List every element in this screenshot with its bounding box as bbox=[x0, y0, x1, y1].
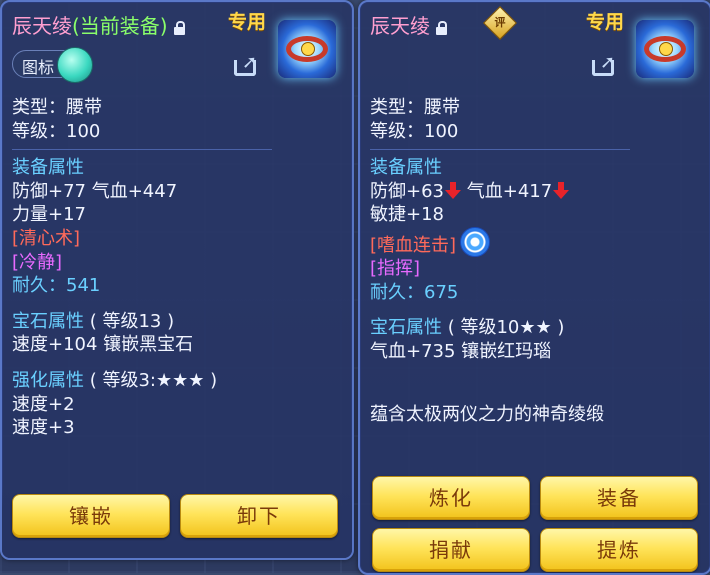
enhance-line: 速度+3 bbox=[12, 417, 75, 439]
equip-button[interactable]: 装备 bbox=[540, 476, 698, 520]
item-title: 辰天绫 bbox=[370, 10, 447, 39]
item-type: 类型：腰带 bbox=[12, 97, 102, 118]
attr-line: 力量+17 bbox=[12, 204, 86, 226]
enhance-level: ( 等级3:★★★ ) bbox=[89, 369, 218, 391]
unequip-button[interactable]: 卸下 bbox=[180, 494, 338, 538]
icon-toggle-label: 图标 bbox=[22, 58, 55, 77]
belt-item-icon bbox=[278, 20, 336, 78]
share-icon[interactable]: ➚ bbox=[592, 54, 622, 78]
compare-equipment-panel: 辰天绫 评 专用 ➚ 类型：腰带 等级：100 装备属性 防御+63 气血+41… bbox=[358, 0, 710, 575]
gem-level: ( 等级10★★ ) bbox=[447, 317, 565, 339]
rate-badge-label: 评 bbox=[494, 16, 506, 29]
equipped-tag: (当前装备) bbox=[72, 14, 168, 38]
current-equipment-panel: 辰天绫(当前装备) 专用 ➚ 图标 类型：腰带 等级：100 装备属性 防御+7… bbox=[0, 0, 354, 560]
special-label: 专用 bbox=[586, 11, 625, 33]
item-name: 辰天绫 bbox=[12, 14, 72, 38]
item-title: 辰天绫(当前装备) bbox=[12, 10, 185, 39]
toggle-knob bbox=[57, 47, 93, 83]
down-arrow-icon bbox=[445, 181, 461, 200]
divider bbox=[12, 149, 272, 151]
durability-label: 耐久： bbox=[370, 281, 424, 303]
divider bbox=[370, 149, 630, 151]
item-level: 等级：100 bbox=[12, 120, 101, 142]
gem-attr-title: 宝石属性 bbox=[12, 310, 84, 332]
extract-button[interactable]: 提炼 bbox=[540, 528, 698, 572]
refine-button[interactable]: 炼化 bbox=[372, 476, 530, 520]
attr-defense: 防御+63 bbox=[370, 180, 444, 202]
donate-button[interactable]: 捐献 bbox=[372, 528, 530, 572]
down-arrow-icon bbox=[553, 181, 570, 200]
item-description: 蕴含太极两仪之力的神奇绫缎 bbox=[370, 404, 604, 426]
belt-item-icon bbox=[636, 20, 694, 78]
item-details: 类型：腰带 等级：100 装备属性 防御+63 气血+417 敏捷+18 [嗜血… bbox=[370, 96, 702, 427]
gem-level: ( 等级13 ) bbox=[89, 310, 175, 332]
skill-entry[interactable]: [指挥] bbox=[370, 257, 702, 281]
durability: 耐久：541 bbox=[12, 274, 344, 298]
item-level: 等级：100 bbox=[370, 120, 459, 142]
attr-line: 敏捷+18 bbox=[370, 204, 444, 226]
gem-line: 速度+104 镶嵌黑宝石 bbox=[12, 334, 194, 356]
item-details: 类型：腰带 等级：100 装备属性 防御+77 气血+447 力量+17 [清心… bbox=[12, 96, 344, 440]
item-name: 辰天绫 bbox=[370, 14, 430, 38]
icon-toggle[interactable]: 图标 bbox=[12, 47, 93, 83]
durability-value: 675 bbox=[424, 281, 459, 303]
durability-label: 耐久： bbox=[12, 275, 66, 297]
skill-entry[interactable]: [清心术] bbox=[12, 227, 344, 251]
equip-attr-title: 装备属性 bbox=[370, 157, 442, 179]
enhance-attr-title: 强化属性 bbox=[12, 369, 84, 391]
inlay-button[interactable]: 镶嵌 bbox=[12, 494, 170, 538]
skill-swirl-icon[interactable] bbox=[460, 226, 491, 257]
lock-icon[interactable] bbox=[436, 21, 447, 35]
enhance-line: 速度+2 bbox=[12, 393, 75, 415]
skill-entry[interactable]: [嗜血连击] bbox=[370, 235, 456, 256]
skill-entry[interactable]: [冷静] bbox=[12, 251, 344, 275]
gem-attr-title: 宝石属性 bbox=[370, 317, 442, 339]
attr-hp: 气血+417 bbox=[466, 180, 553, 202]
equip-attr-title: 装备属性 bbox=[12, 157, 84, 179]
special-label: 专用 bbox=[228, 11, 267, 33]
item-type: 类型：腰带 bbox=[370, 97, 460, 118]
gem-line: 气血+735 镶嵌红玛瑙 bbox=[370, 340, 552, 362]
share-icon[interactable]: ➚ bbox=[234, 54, 264, 78]
attr-line: 防御+77 气血+447 bbox=[12, 180, 178, 202]
durability: 耐久：675 bbox=[370, 281, 702, 305]
durability-value: 541 bbox=[66, 275, 101, 297]
lock-icon[interactable] bbox=[173, 21, 185, 35]
rate-badge-icon[interactable]: 评 bbox=[483, 6, 517, 40]
